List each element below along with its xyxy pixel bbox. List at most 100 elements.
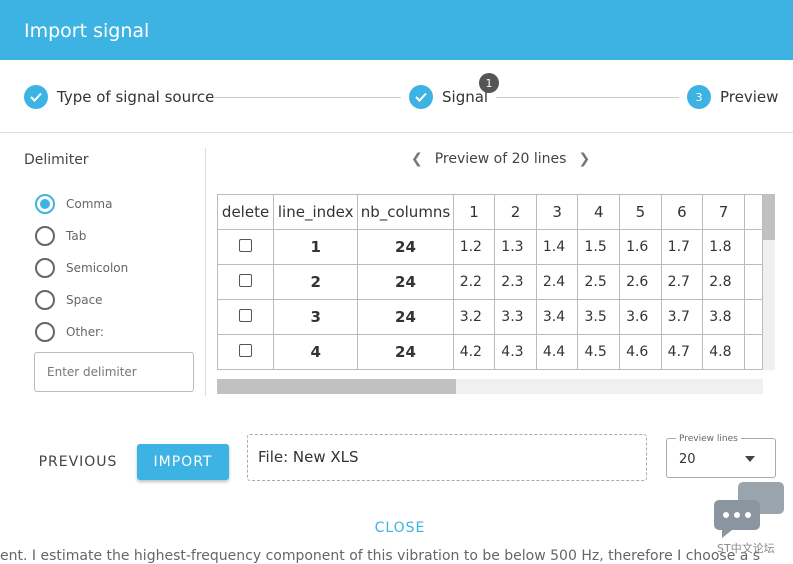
notification-badge: 1 — [479, 73, 499, 93]
value-cell: 2.4 — [535, 264, 579, 300]
step-connector — [213, 97, 401, 98]
delete-checkbox[interactable] — [239, 309, 253, 322]
dialog-header: Import signal — [0, 0, 793, 60]
step-signal[interactable]: Signal — [409, 85, 488, 109]
panel-divider — [205, 148, 206, 396]
preview-title: Preview of 20 lines — [434, 151, 567, 167]
value-cell: 2.3 — [494, 264, 537, 300]
value-cell: 2.2 — [452, 264, 496, 300]
delete-cell — [217, 334, 275, 370]
value-cell: 1.2 — [452, 229, 496, 265]
chevron-right-icon[interactable]: ❯ — [572, 151, 596, 167]
radio-button[interactable] — [35, 226, 55, 246]
horizontal-scrollbar[interactable] — [217, 379, 763, 394]
scrollbar-thumb[interactable] — [217, 379, 456, 394]
nb-columns-cell: 24 — [357, 299, 454, 335]
dialog-title: Import signal — [24, 20, 150, 42]
delete-checkbox[interactable] — [239, 344, 253, 357]
select-legend: Preview lines — [676, 434, 741, 444]
column-header: line_index — [273, 194, 359, 230]
step-connector — [496, 97, 679, 98]
value-cell: 2.8 — [702, 264, 745, 300]
column-header: 3 — [535, 194, 579, 230]
file-dropzone[interactable]: File: New XLS — [247, 434, 647, 481]
step-label: Preview — [720, 88, 779, 106]
value-cell: 4.7 — [660, 334, 704, 370]
column-header: 5 — [619, 194, 662, 230]
vertical-scrollbar[interactable] — [763, 194, 775, 370]
column-header: 2 — [494, 194, 537, 230]
radio-other[interactable]: Other: — [35, 322, 104, 342]
radio-label: Semicolon — [66, 261, 129, 275]
value-cell: 3.6 — [619, 299, 662, 335]
value-cell: 1.4 — [535, 229, 579, 265]
scrollbar-thumb[interactable] — [763, 194, 775, 240]
watermark-text: ST中文论坛 — [717, 542, 775, 555]
column-header: 4 — [577, 194, 621, 230]
radio-label: Space — [66, 293, 103, 307]
caret-down-icon — [745, 456, 755, 462]
line-index-cell: 3 — [273, 299, 359, 335]
stepper: Type of signal source Signal 3 Preview — [0, 60, 793, 133]
value-cell: 4.3 — [494, 334, 537, 370]
value-cell: 1.8 — [702, 229, 745, 265]
radio-space[interactable]: Space — [35, 290, 103, 310]
column-header: 7 — [702, 194, 745, 230]
import-button[interactable]: IMPORT — [137, 444, 229, 480]
select-value: 20 — [679, 452, 696, 467]
delimiter-label: Delimiter — [24, 152, 89, 168]
radio-semicolon[interactable]: Semicolon — [35, 258, 128, 278]
background-page-text: ent. I estimate the highest-frequency co… — [0, 548, 761, 564]
step-number: 3 — [687, 85, 711, 109]
chat-watermark: ST中文论坛 — [712, 480, 790, 564]
value-cell: 4.6 — [619, 334, 662, 370]
radio-label: Tab — [66, 229, 87, 243]
import-signal-dialog: Import signal Type of signal source Sign… — [0, 0, 793, 500]
preview-table-container[interactable]: delete line_index nb_columns 1 2 3 4 5 6… — [217, 194, 763, 370]
delete-checkbox[interactable] — [239, 274, 253, 287]
chat-bubble-icon — [714, 482, 784, 538]
step-preview[interactable]: 3 Preview — [687, 85, 778, 109]
line-index-cell: 2 — [273, 264, 359, 300]
delete-checkbox[interactable] — [239, 239, 253, 252]
value-cell: 1.7 — [660, 229, 704, 265]
column-header: nb_columns — [357, 194, 454, 230]
preview-lines-select[interactable]: Preview lines 20 — [666, 434, 776, 478]
delimiter-input[interactable] — [34, 352, 194, 392]
radio-button[interactable] — [35, 290, 55, 310]
delimiter-panel: Delimiter Comma Tab Semicolon Space Othe… — [0, 133, 205, 403]
value-cell: 3.2 — [452, 299, 496, 335]
table-row: 4 24 4.2 4.3 4.4 4.5 4.6 4.7 4.8 — [217, 334, 763, 370]
overflow-cell — [743, 229, 763, 265]
column-header: delete — [217, 194, 275, 230]
value-cell: 3.8 — [702, 299, 745, 335]
value-cell: 3.3 — [494, 299, 537, 335]
file-label: File: New XLS — [258, 448, 359, 466]
value-cell: 2.5 — [577, 264, 621, 300]
line-index-cell: 4 — [273, 334, 359, 370]
column-header: 6 — [660, 194, 704, 230]
check-icon — [24, 85, 48, 109]
table-row: 3 24 3.2 3.3 3.4 3.5 3.6 3.7 3.8 — [217, 299, 763, 335]
chevron-left-icon[interactable]: ❮ — [405, 151, 429, 167]
value-cell: 1.5 — [577, 229, 621, 265]
value-cell: 4.2 — [452, 334, 496, 370]
value-cell: 3.7 — [660, 299, 704, 335]
radio-tab[interactable]: Tab — [35, 226, 86, 246]
step-label: Signal — [442, 88, 489, 106]
table-row: 2 24 2.2 2.3 2.4 2.5 2.6 2.7 2.8 — [217, 264, 763, 300]
radio-comma[interactable]: Comma — [35, 194, 112, 214]
radio-label: Comma — [66, 197, 113, 211]
radio-button[interactable] — [35, 258, 55, 278]
nb-columns-cell: 24 — [357, 264, 454, 300]
overflow-cell — [743, 334, 763, 370]
value-cell: 2.7 — [660, 264, 704, 300]
value-cell: 1.6 — [619, 229, 662, 265]
radio-button[interactable] — [35, 322, 55, 342]
radio-button[interactable] — [35, 194, 55, 214]
previous-button[interactable]: PREVIOUS — [30, 445, 126, 479]
close-button[interactable]: CLOSE — [360, 517, 440, 539]
nb-columns-cell: 24 — [357, 334, 454, 370]
overflow-cell — [743, 264, 763, 300]
step-type-of-signal-source[interactable]: Type of signal source — [24, 85, 214, 109]
